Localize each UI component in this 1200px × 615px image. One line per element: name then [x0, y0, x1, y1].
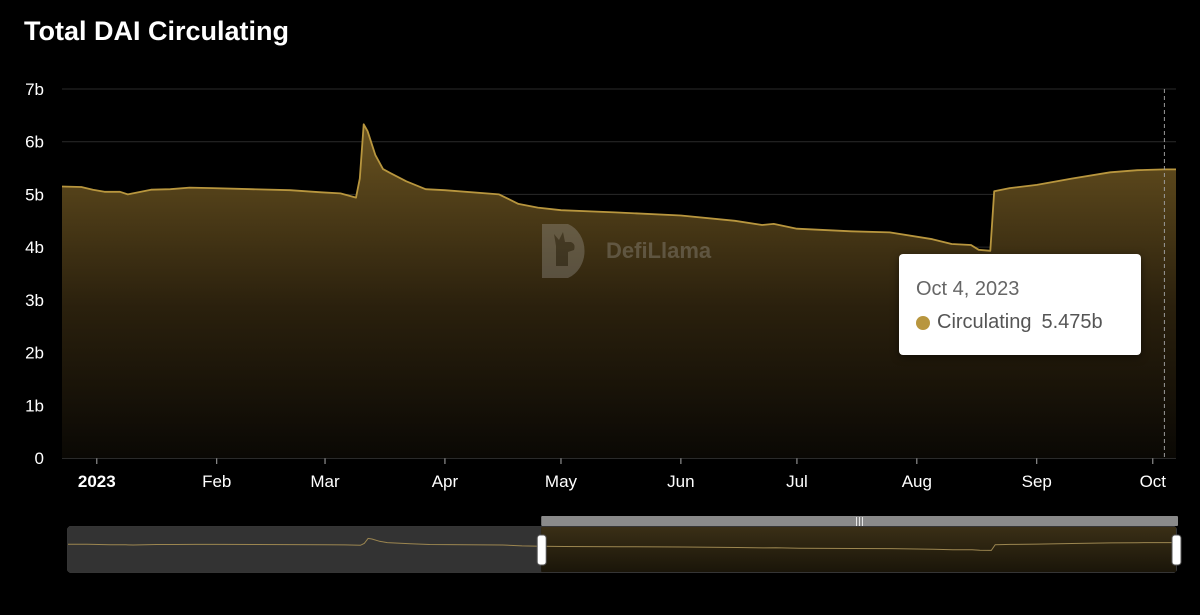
- x-axis: 2023 Feb Mar Apr May Jun Jul Aug Sep Oct: [62, 457, 1176, 491]
- brush-unselected-region: [68, 527, 542, 572]
- tooltip-series-row: Circulating 5.475b: [916, 311, 1103, 334]
- llama-logo-icon: [542, 224, 585, 278]
- tooltip-value: 5.475b: [1041, 311, 1103, 333]
- y-tick-label: 4b: [25, 238, 44, 257]
- x-tick-label: Feb: [202, 472, 231, 491]
- y-tick-label: 6b: [25, 133, 44, 152]
- x-tick-label: Oct: [1140, 472, 1167, 491]
- x-tick-label: Mar: [310, 472, 340, 491]
- x-tick-label: Aug: [902, 472, 932, 491]
- y-tick-label: 3b: [25, 291, 44, 310]
- y-tick-label: 1b: [25, 396, 44, 415]
- y-tick-label: 0: [35, 449, 44, 468]
- brush-selected-region: [541, 527, 1176, 572]
- y-tick-label: 5b: [25, 185, 44, 204]
- brush-grip-icon: |||: [855, 517, 864, 527]
- x-tick-label: 2023: [78, 472, 116, 491]
- watermark: DefiLlama: [538, 220, 711, 282]
- tooltip-date: Oct 4, 2023: [916, 278, 1020, 300]
- watermark-text: DefiLlama: [606, 238, 712, 263]
- x-tick-label: May: [545, 472, 578, 491]
- y-tick-label: 2b: [25, 344, 44, 363]
- x-tick-label: Jul: [786, 472, 808, 491]
- series-color-dot: [916, 315, 930, 330]
- tooltip: Oct 4, 2023 Circulating 5.475b: [899, 254, 1141, 355]
- x-tick-label: Apr: [432, 472, 459, 491]
- brush-handle-left[interactable]: [536, 534, 547, 566]
- range-brush[interactable]: |||: [67, 516, 1182, 573]
- tooltip-series-name: Circulating: [937, 311, 1032, 333]
- y-axis: 0 1b 2b 3b 4b 5b 6b 7b: [25, 80, 44, 468]
- x-tick-label: Jun: [667, 472, 694, 491]
- x-tick-label: Sep: [1022, 472, 1052, 491]
- y-tick-label: 7b: [25, 80, 44, 99]
- brush-handle-right[interactable]: [1171, 534, 1182, 566]
